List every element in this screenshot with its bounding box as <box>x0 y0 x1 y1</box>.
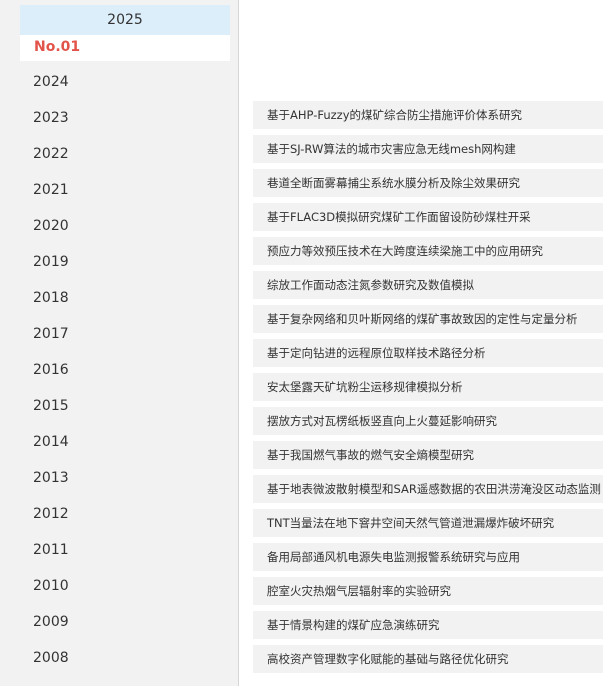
year-item-2018[interactable]: 2018 <box>33 286 223 310</box>
article-item[interactable]: 安太堡露天矿坑粉尘运移规律模拟分析 <box>253 373 603 401</box>
article-item[interactable]: 基于SJ-RW算法的城市灾害应急无线mesh网构建 <box>253 135 603 163</box>
year-item-2008[interactable]: 2008 <box>33 646 223 670</box>
article-item[interactable]: 摆放方式对瓦楞纸板竖直向上火蔓延影响研究 <box>253 407 603 435</box>
article-item[interactable]: 腔室火灾热烟气层辐射率的实验研究 <box>253 577 603 605</box>
year-item-2012[interactable]: 2012 <box>33 502 223 526</box>
year-item-2017[interactable]: 2017 <box>33 322 223 346</box>
article-list: 基于AHP-Fuzzy的煤矿综合防尘措施评价体系研究 基于SJ-RW算法的城市灾… <box>239 0 603 686</box>
article-item[interactable]: 巷道全断面雾幕捕尘系统水膜分析及除尘效果研究 <box>253 169 603 197</box>
year-item-2022[interactable]: 2022 <box>33 142 223 166</box>
article-item[interactable]: 基于AHP-Fuzzy的煤矿综合防尘措施评价体系研究 <box>253 101 603 129</box>
year-item-2010[interactable]: 2010 <box>33 574 223 598</box>
article-item[interactable]: 高校资产管理数字化赋能的基础与路径优化研究 <box>253 645 603 673</box>
year-item-2021[interactable]: 2021 <box>33 178 223 202</box>
year-item-2009[interactable]: 2009 <box>33 610 223 634</box>
article-item[interactable]: 基于复杂网络和贝叶斯网络的煤矿事故致因的定性与定量分析 <box>253 305 603 333</box>
article-item[interactable]: 综放工作面动态注氮参数研究及数值模拟 <box>253 271 603 299</box>
article-item[interactable]: TNT当量法在地下窨井空间天然气管道泄漏爆炸破坏研究 <box>253 509 603 537</box>
year-item-2016[interactable]: 2016 <box>33 358 223 382</box>
article-item[interactable]: 基于定向钻进的远程原位取样技术路径分析 <box>253 339 603 367</box>
year-item-2014[interactable]: 2014 <box>33 430 223 454</box>
article-item[interactable]: 基于地表微波散射模型和SAR遥感数据的农田洪涝淹没区动态监测 <box>253 475 603 503</box>
year-item-2013[interactable]: 2013 <box>33 466 223 490</box>
year-item-2015[interactable]: 2015 <box>33 394 223 418</box>
article-item[interactable]: 基于FLAC3D模拟研究煤矿工作面留设防砂煤柱开采 <box>253 203 603 231</box>
year-item-2011[interactable]: 2011 <box>33 538 223 562</box>
article-item[interactable]: 预应力等效预压技术在大跨度连续梁施工中的应用研究 <box>253 237 603 265</box>
article-item[interactable]: 基于我国燃气事故的燃气安全熵模型研究 <box>253 441 603 469</box>
year-2025-active[interactable]: 2025 <box>20 5 230 35</box>
year-item-2019[interactable]: 2019 <box>33 250 223 274</box>
article-item[interactable]: 基于情景构建的煤矿应急演练研究 <box>253 611 603 639</box>
year-sidebar: 2025 No.01 2024 2023 2022 2021 2020 2019… <box>0 0 238 686</box>
year-item-2023[interactable]: 2023 <box>33 106 223 130</box>
issue-no01-link[interactable]: No.01 <box>34 39 80 55</box>
year-item-2024[interactable]: 2024 <box>33 70 223 94</box>
article-item[interactable]: 备用局部通风机电源失电监测报警系统研究与应用 <box>253 543 603 571</box>
issue-box: No.01 <box>20 35 230 61</box>
year-item-2020[interactable]: 2020 <box>33 214 223 238</box>
